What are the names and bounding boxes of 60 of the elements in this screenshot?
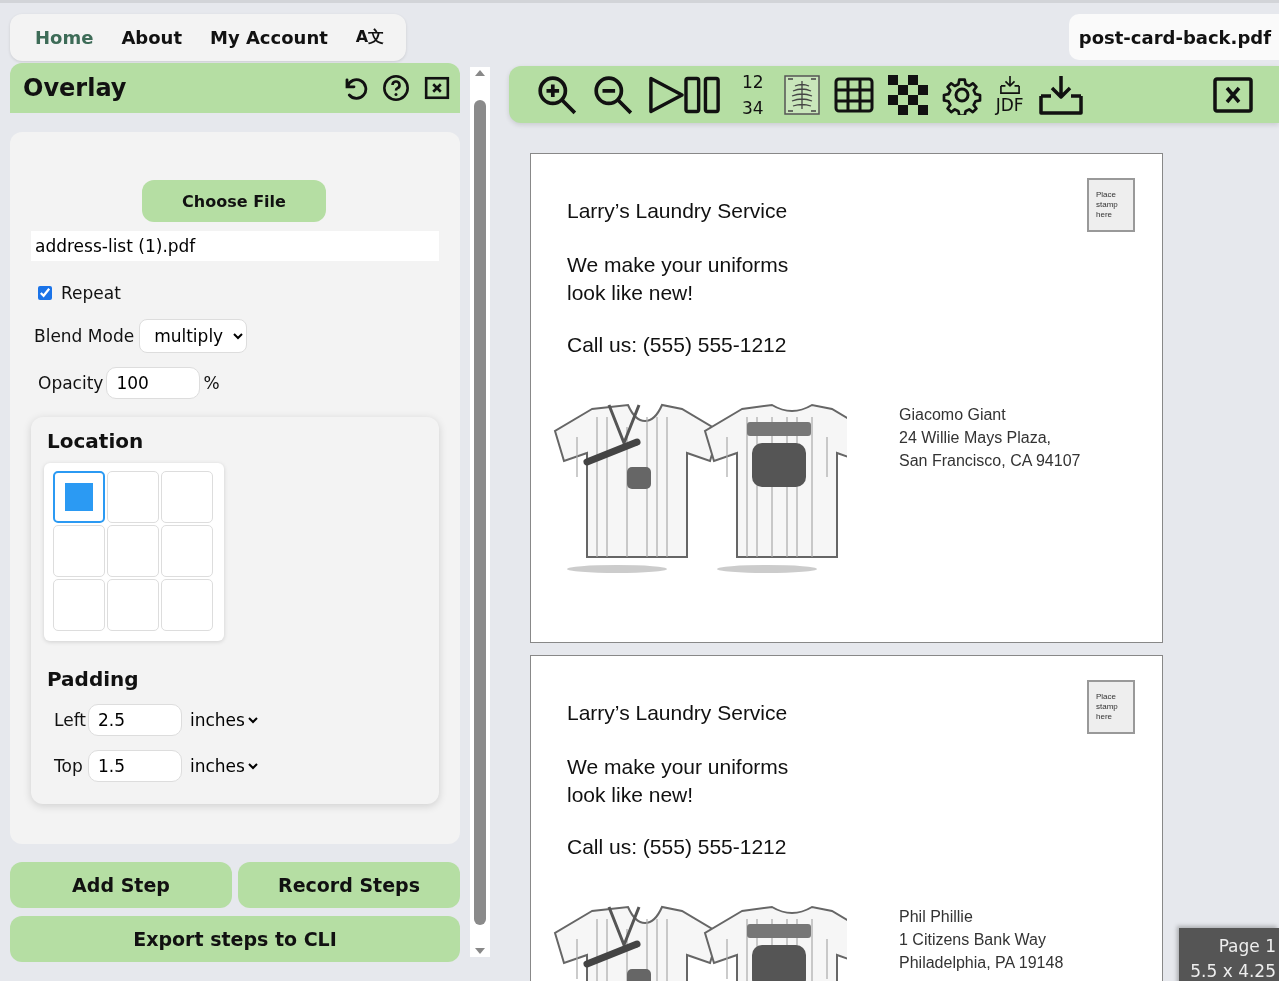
overlay-title: Overlay [23,74,127,102]
nav-link[interactable]: My Account [210,27,328,48]
play-pause-icon[interactable] [648,74,722,115]
blend-mode-select[interactable]: multiply [139,319,248,353]
opacity-field[interactable]: 100 [106,367,201,399]
address-line: Giacomo Giant [899,405,1007,425]
close-icon[interactable] [1213,76,1253,113]
padding-field[interactable]: 1.5 [88,750,182,782]
scroll-thumb[interactable] [474,99,486,925]
close-icon[interactable] [424,75,450,101]
address-line: San Francisco, CA 94107 [899,451,1081,471]
slogan-text: We make your uniforms look like new! [567,754,790,808]
address-line: Phil Phillie [899,907,974,927]
opacity-label: Opacity [38,373,104,393]
scrollbar[interactable] [470,67,490,957]
choose-file-button[interactable]: Choose File [142,180,326,222]
phone-text: Call us: (555) 555-1212 [567,333,788,357]
address-line: 1 Citizens Bank Way [899,930,1047,950]
slogan-text: We make your uniforms look like new! [567,252,790,306]
scroll-down-icon[interactable] [474,947,486,955]
download-icon[interactable] [998,74,1021,95]
checkerboard-icon[interactable] [887,74,928,115]
blend-mode-label: Blend Mode [34,326,135,346]
grid-icon[interactable] [833,76,874,113]
scroll-up-icon[interactable] [474,69,486,77]
page-size: 5.5 x 4.25 [1190,960,1276,981]
zoom-in-icon[interactable] [536,73,578,116]
jdf-label[interactable]: JDF [995,94,1024,115]
address-line: Philadelphia, PA 19148 [899,953,1064,973]
zoom-out-icon[interactable] [592,73,634,116]
business-name: Larry’s Laundry Service [567,701,788,725]
file-name-field[interactable]: address-list (1).pdf [31,231,439,261]
nav-link[interactable]: Home [35,27,94,48]
padding-label: Left [54,710,84,730]
help-icon[interactable] [382,74,410,102]
padding-field[interactable]: 2.5 [88,704,182,736]
page-label: Page 1 [1218,935,1276,958]
download-icon[interactable] [1037,73,1084,116]
stamp-text: Place stamp here [1096,692,1119,722]
repeat-label: Repeat [61,283,121,303]
page-order-number: 12 [742,70,764,94]
location-heading: Location [47,429,145,453]
unit-select[interactable]: inches [186,709,261,731]
padding-label: Top [54,756,84,776]
unit-select[interactable]: inches [186,755,261,777]
stamp-text: Place stamp here [1096,190,1119,220]
phone-text: Call us: (555) 555-1212 [567,835,788,859]
repeat-checkbox[interactable] [38,286,52,300]
nav-link[interactable]: About [121,27,182,48]
business-name: Larry’s Laundry Service [567,199,788,223]
ribcage-icon[interactable] [783,74,820,115]
padding-heading: Padding [47,667,140,691]
language-button[interactable]: A文 [355,27,385,48]
step-button[interactable]: Add Step [10,862,232,908]
export-button[interactable]: Export steps to CLI [10,916,460,962]
page-order-number: 34 [742,96,764,120]
location-cell[interactable] [53,471,105,523]
percent-unit: % [203,373,220,393]
address-line: 24 Willie Mays Plaza, [899,428,1053,448]
step-button[interactable]: Record Steps [238,862,460,908]
